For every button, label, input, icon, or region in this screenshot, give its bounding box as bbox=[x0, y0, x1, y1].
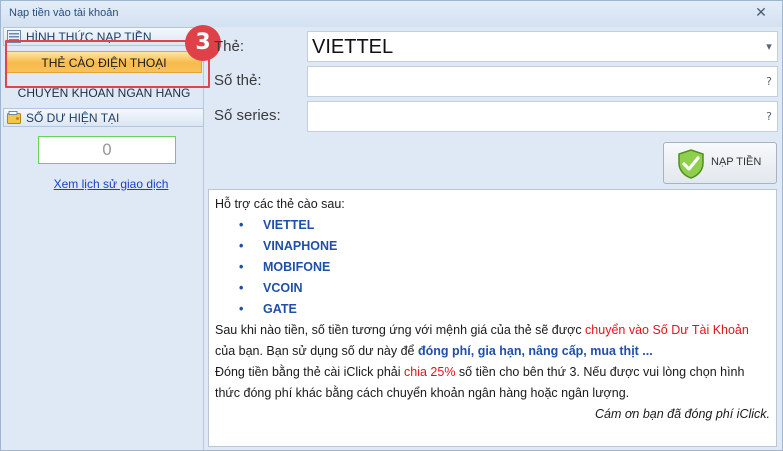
close-icon[interactable]: ✕ bbox=[752, 4, 770, 22]
title-bar: Nạp tiền vào tài khoản ✕ bbox=[1, 1, 782, 27]
sidebar: HÌNH THỨC NẠP TIỀN THẺ CÀO ĐIỆN THOẠI CH… bbox=[3, 27, 204, 450]
bullet-icon: • bbox=[239, 281, 244, 295]
help-icon[interactable]: ? bbox=[761, 67, 777, 96]
list-item: • VIETTEL bbox=[215, 215, 770, 236]
bullet-icon: • bbox=[239, 218, 244, 232]
card-type-label: Thẻ: bbox=[214, 38, 245, 55]
card-number-label: Số thẻ: bbox=[214, 72, 262, 89]
help-icon[interactable]: ? bbox=[761, 102, 777, 131]
list-item: • VINAPHONE bbox=[215, 236, 770, 257]
series-label: Số series: bbox=[214, 107, 281, 124]
list-item: • MOBIFONE bbox=[215, 257, 770, 278]
highlight-text: đóng phí, gia hạn, nâng cấp, mua thịt ..… bbox=[418, 344, 653, 358]
info-paragraph-balance: Sau khi nào tiền, số tiền tương ứng với … bbox=[215, 323, 749, 358]
deposit-window: Nạp tiền vào tài khoản ✕ HÌNH THỨC NẠP T… bbox=[0, 0, 783, 451]
bullet-icon: • bbox=[239, 260, 244, 274]
series-input[interactable]: ? bbox=[307, 101, 778, 132]
highlight-text: chuyển vào Số Dư Tài Khoản bbox=[585, 323, 749, 337]
card-type-select[interactable]: VIETTEL ▾ bbox=[307, 31, 778, 62]
info-paragraph-fee: Đóng tiền bằng thẻ cài iClick phải chia … bbox=[215, 365, 745, 400]
transaction-history-link[interactable]: Xem lịch sử giao dịch bbox=[3, 177, 219, 191]
section-header-label: SỐ DƯ HIỆN TẠI bbox=[26, 111, 120, 125]
step-highlight-frame bbox=[5, 40, 210, 88]
list-item: • VCOIN bbox=[215, 278, 770, 299]
list-item: • GATE bbox=[215, 299, 770, 320]
balance-field: 0 bbox=[38, 136, 176, 164]
card-type-value: VIETTEL bbox=[312, 36, 394, 58]
wallet-icon bbox=[7, 111, 21, 124]
chevron-down-icon[interactable]: ▾ bbox=[761, 32, 777, 61]
highlight-text: chia 25% bbox=[404, 365, 456, 379]
info-panel: Hỗ trợ các thẻ cào sau: • VIETTEL • VINAPH… bbox=[208, 189, 777, 447]
info-intro: Hỗ trợ các thẻ cào sau: bbox=[215, 197, 345, 211]
section-header-balance[interactable]: SỐ DƯ HIỆN TẠI bbox=[3, 108, 204, 127]
thank-you-note: Cám ơn bạn đã đóng phí iClick. bbox=[594, 407, 770, 421]
bullet-icon: • bbox=[239, 302, 244, 316]
window-title: Nạp tiền vào tài khoản bbox=[9, 7, 119, 19]
card-number-input[interactable]: ? bbox=[307, 66, 778, 97]
deposit-button-label: NẠP TIỀN bbox=[711, 156, 762, 168]
deposit-button[interactable]: NẠP TIỀN bbox=[663, 142, 777, 184]
carrier-list: • VIETTEL • VINAPHONE • MOBIFONE • VCOIN • GA… bbox=[215, 215, 770, 320]
shield-check-icon bbox=[678, 149, 704, 179]
bullet-icon: • bbox=[239, 239, 244, 253]
